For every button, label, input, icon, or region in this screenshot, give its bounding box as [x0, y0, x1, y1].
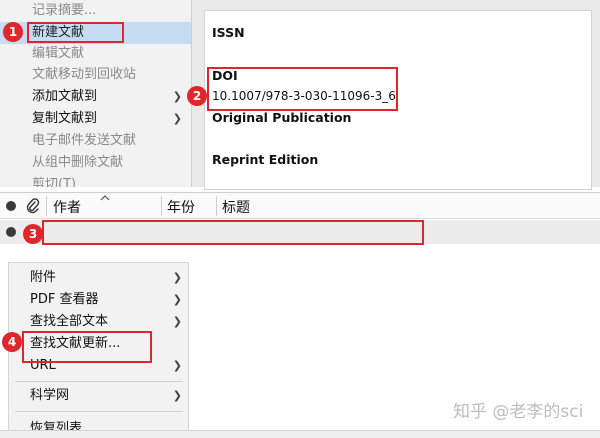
menu-item-cut[interactable]: 剪切(T)	[0, 174, 191, 187]
column-header-year[interactable]: 年份	[167, 197, 195, 217]
paperclip-icon[interactable]	[26, 198, 40, 214]
menu-item-web-of-science[interactable]: 科学网 ❯	[9, 385, 188, 407]
issn-label: ISSN	[212, 25, 245, 40]
menu-separator	[15, 381, 183, 382]
menu-item-pdf-viewer[interactable]: PDF 查看器 ❯	[9, 289, 188, 311]
chevron-right-icon: ❯	[172, 271, 182, 284]
menu-item-edit-reference[interactable]: 编辑文献	[0, 43, 191, 65]
chevron-right-icon: ❯	[172, 359, 182, 372]
menu-item-remove-from-group[interactable]: 从组中删除文献	[0, 152, 191, 174]
chevron-right-icon: ❯	[172, 389, 182, 402]
read-status-column-icon[interactable]	[6, 201, 16, 211]
menu-item-record-summary[interactable]: 记录摘要...	[0, 0, 191, 22]
annotation-badge-4: 4	[2, 332, 22, 352]
circle-icon[interactable]	[6, 227, 16, 237]
original-publication-label: Original Publication	[212, 110, 352, 125]
menu-item-attachments[interactable]: 附件 ❯	[9, 267, 188, 289]
column-header-title[interactable]: 标题	[222, 197, 250, 217]
menu-item-find-full-text[interactable]: 查找全部文本 ❯	[9, 311, 188, 333]
chevron-right-icon: ❯	[172, 112, 182, 125]
table-header-row: 作者 年份 标题	[0, 193, 600, 219]
annotation-badge-2: 2	[187, 86, 207, 106]
annotation-badge-1: 1	[3, 22, 23, 42]
annotation-box-table-row	[42, 220, 424, 245]
menu-item-copy-reference-to[interactable]: 复制文献到 ❯	[0, 108, 191, 130]
chevron-right-icon: ❯	[172, 315, 182, 328]
annotation-box-doi	[207, 67, 398, 111]
annotation-box-new-reference	[27, 22, 124, 43]
menu-item-email-reference[interactable]: 电子邮件发送文献	[0, 130, 191, 152]
chevron-right-icon: ❯	[172, 90, 182, 103]
column-header-author[interactable]: 作者	[53, 197, 81, 217]
annotation-badge-3: 3	[23, 224, 43, 244]
menu-separator	[15, 411, 183, 412]
column-separator[interactable]	[46, 196, 47, 216]
menu-item-add-reference-to[interactable]: 添加文献到 ❯	[0, 86, 191, 108]
sort-ascending-icon[interactable]	[100, 194, 110, 202]
bottom-toolbar	[0, 430, 600, 438]
menu-item-move-to-trash[interactable]: 文献移动到回收站	[0, 64, 191, 86]
watermark: 知乎 @老李的sci	[453, 402, 584, 422]
chevron-right-icon: ❯	[172, 293, 182, 306]
column-separator[interactable]	[161, 196, 162, 216]
column-separator[interactable]	[216, 196, 217, 216]
annotation-box-find-updates	[22, 331, 152, 363]
reprint-edition-label: Reprint Edition	[212, 152, 319, 167]
